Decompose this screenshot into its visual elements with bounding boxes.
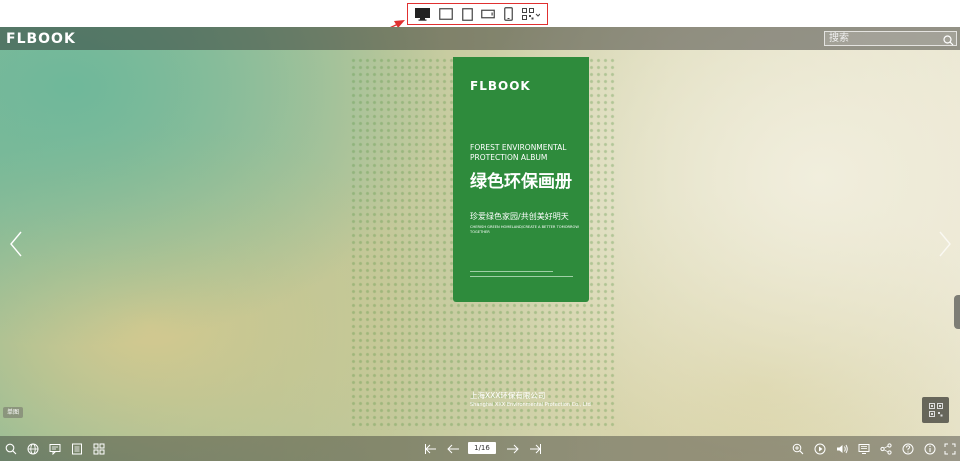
phone-landscape-view-icon[interactable] (481, 7, 496, 21)
search-box (824, 31, 957, 46)
last-page-icon[interactable] (527, 441, 543, 457)
book-cover-page[interactable]: FLBOOK FOREST ENVIRONMENTAL PROTECTION A… (350, 57, 615, 430)
notes-icon[interactable] (856, 441, 872, 457)
single-page-mode-badge[interactable]: 单图 (3, 407, 23, 418)
autoplay-icon[interactable] (812, 441, 828, 457)
previous-page-arrow-icon[interactable] (9, 231, 23, 262)
brand-logo: FLBOOK (6, 31, 76, 47)
cover-divider (470, 276, 573, 277)
help-icon[interactable] (900, 441, 916, 457)
previous-page-icon[interactable] (445, 441, 461, 457)
sound-icon[interactable] (834, 441, 850, 457)
info-icon[interactable] (922, 441, 938, 457)
comment-icon[interactable] (47, 441, 63, 457)
tablet-portrait-view-icon[interactable] (461, 7, 473, 21)
fullscreen-icon[interactable] (942, 441, 958, 457)
zoom-in-icon[interactable] (790, 441, 806, 457)
search-icon[interactable] (943, 33, 954, 51)
next-page-arrow-icon[interactable] (938, 231, 952, 262)
cover-title-panel: FLBOOK FOREST ENVIRONMENTAL PROTECTION A… (453, 57, 589, 302)
company-name-chinese: 上海XXX环保有限公司 (470, 391, 546, 400)
search-icon[interactable] (3, 441, 19, 457)
next-page-icon[interactable] (504, 441, 520, 457)
cover-title-english: FOREST ENVIRONMENTAL PROTECTION ALBUM (470, 143, 567, 162)
qr-code-icon (928, 403, 943, 417)
device-switcher (407, 3, 548, 25)
page-indicator[interactable]: 1/16 (468, 442, 496, 454)
bottom-toolbar: 1/16 (0, 436, 960, 461)
cover-title-chinese: 绿色环保画册 (470, 172, 572, 192)
device-switcher-bar (0, 0, 960, 27)
tablet-landscape-view-icon[interactable] (439, 7, 453, 21)
book-viewer: FLBOOK FLBOOK FOREST ENVIRONMENTAL PROTE… (0, 27, 960, 461)
thumbnails-icon[interactable] (91, 441, 107, 457)
desktop-view-icon[interactable] (415, 7, 431, 21)
globe-icon[interactable] (25, 441, 41, 457)
qr-code-button[interactable] (922, 397, 949, 423)
side-drawer-handle[interactable] (954, 295, 960, 329)
phone-portrait-view-icon[interactable] (504, 7, 513, 21)
viewer-header: FLBOOK (0, 27, 960, 50)
cover-logo: FLBOOK (470, 79, 531, 93)
search-input[interactable] (829, 32, 939, 45)
cover-slogan-chinese: 珍爱绿色家园/共创美好明天 (470, 212, 569, 221)
company-name-english: Shanghai XXX Environmental Protection Co… (470, 402, 591, 408)
cover-divider (470, 271, 553, 272)
first-page-icon[interactable] (422, 441, 438, 457)
share-icon[interactable] (878, 441, 894, 457)
cover-slogan-english: CHERISH GREEN HOMELAND/CREATE A BETTER T… (470, 225, 579, 234)
qr-code-dropdown-icon[interactable] (521, 7, 540, 21)
bookmark-icon[interactable] (69, 441, 85, 457)
